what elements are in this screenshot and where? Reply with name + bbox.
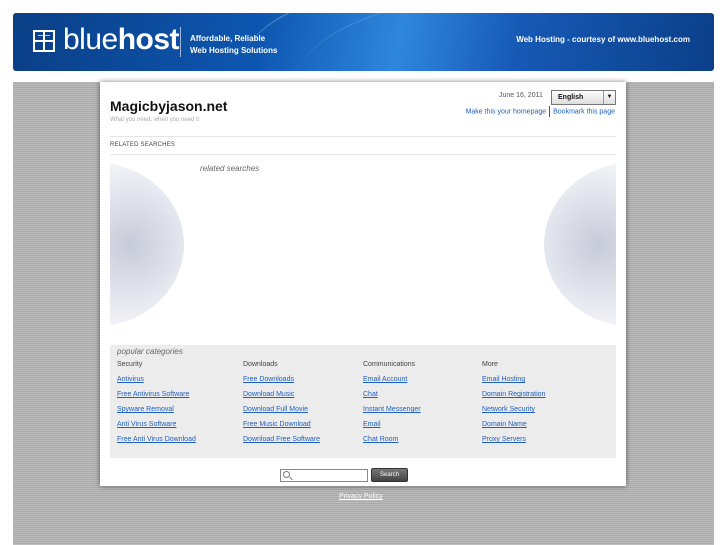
bookmark-link[interactable]: Bookmark this page [553, 108, 615, 115]
decorative-orb-right [544, 162, 616, 327]
language-value: English [558, 94, 584, 101]
grid-logo-icon [33, 30, 55, 52]
site-subtitle: What you need, when you need it [110, 117, 200, 123]
bluehost-banner: bluehost Affordable, Reliable Web Hostin… [13, 13, 714, 71]
link-separator [549, 106, 551, 117]
category-link[interactable]: Domain Name [482, 421, 602, 436]
category-link[interactable]: Spyware Removal [117, 406, 237, 421]
category-link[interactable]: Domain Registration [482, 391, 602, 406]
category-column-downloads: Downloads Free Downloads Download Music … [243, 361, 363, 451]
divider [110, 136, 616, 137]
category-column-communications: Communications Email Account Chat Instan… [363, 361, 483, 451]
category-link[interactable]: Chat [363, 391, 483, 406]
category-link[interactable]: Download Full Movie [243, 406, 363, 421]
category-link[interactable]: Email [363, 421, 483, 436]
decorative-orb-left [110, 162, 184, 327]
site-title: Magicbyjason.net [110, 98, 228, 114]
category-link[interactable]: Download Free Software [243, 436, 363, 451]
search-input[interactable] [293, 470, 365, 481]
logo-divider [180, 27, 181, 57]
category-link[interactable]: Email Account [363, 376, 483, 391]
category-column-more: More Email Hosting Domain Registration N… [482, 361, 602, 451]
courtesy-text: Web Hosting - courtesy of www.bluehost.c… [516, 35, 690, 44]
category-link[interactable]: Proxy Servers [482, 436, 602, 451]
category-link[interactable]: Instant Messenger [363, 406, 483, 421]
related-searches-heading: RELATED SEARCHES [110, 142, 176, 148]
category-column-security: Security Antivirus Free Antivirus Softwa… [117, 361, 237, 451]
bluehost-logo[interactable]: bluehost [63, 23, 180, 57]
popular-categories-heading: popular categories [117, 347, 183, 356]
search-field[interactable] [280, 469, 368, 482]
make-homepage-link[interactable]: Make this your homepage [466, 108, 547, 115]
search-button[interactable]: Search [371, 468, 408, 482]
tagline: Affordable, Reliable Web Hosting Solutio… [190, 34, 278, 55]
date-text: June 16, 2011 [499, 92, 543, 99]
category-title: More [482, 361, 498, 368]
category-link[interactable]: Anti Virus Software [117, 421, 237, 436]
privacy-policy-link[interactable]: Privacy Policy [339, 493, 383, 500]
category-link[interactable]: Email Hosting [482, 376, 602, 391]
popular-categories-panel: popular categories Security Antivirus Fr… [110, 345, 616, 458]
category-link[interactable]: Free Anti Virus Download [117, 436, 237, 451]
category-title: Communications [363, 361, 416, 368]
divider [110, 154, 616, 155]
category-link[interactable]: Free Antivirus Software [117, 391, 237, 406]
language-select[interactable]: English ▼ [551, 90, 616, 105]
category-title: Downloads [243, 361, 278, 368]
category-link[interactable]: Chat Room [363, 436, 483, 451]
category-link[interactable]: Antivirus [117, 376, 237, 391]
header-links: Make this your homepage Bookmark this pag… [466, 106, 615, 117]
category-link[interactable]: Free Downloads [243, 376, 363, 391]
parked-domain-card: Magicbyjason.net What you need, when you… [100, 82, 626, 486]
magnifier-icon [283, 471, 290, 478]
chevron-down-icon[interactable]: ▼ [603, 91, 615, 104]
category-link[interactable]: Free Music Download [243, 421, 363, 436]
category-link[interactable]: Download Music [243, 391, 363, 406]
category-link[interactable]: Network Security [482, 406, 602, 421]
related-searches-label: related searches [200, 164, 260, 173]
category-title: Security [117, 361, 143, 368]
